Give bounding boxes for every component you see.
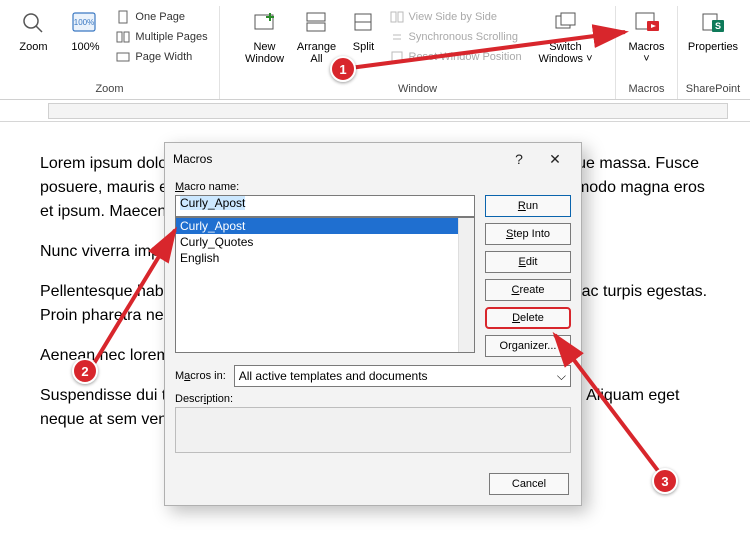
run-button[interactable]: Run [485, 195, 571, 217]
magnifier-icon [18, 8, 48, 38]
side-by-side-icon [389, 9, 405, 25]
macros-icon [632, 8, 662, 38]
side-by-side-label: View Side by Side [409, 11, 497, 23]
description-label: Description: [175, 393, 571, 405]
properties-button[interactable]: S Properties [681, 6, 745, 53]
macros-group: Macros˅ Macros [616, 6, 678, 99]
properties-icon: S [698, 8, 728, 38]
annotation-marker-2: 2 [72, 358, 98, 384]
new-window-icon [250, 8, 280, 38]
edit-button[interactable]: Edit [485, 251, 571, 273]
one-page-label: One Page [135, 11, 185, 23]
zoom-group: Zoom 100% 100% One Page Multiple Pages P… [0, 6, 220, 99]
dialog-title: Macros [173, 152, 501, 166]
switch-windows-icon [551, 8, 581, 38]
hundred-icon: 100% [70, 8, 100, 38]
split-label: Split [353, 41, 374, 53]
dialog-titlebar[interactable]: Macros ? ✕ [165, 143, 581, 175]
switch-windows-label: SwitchWindows ˅ [538, 41, 592, 65]
sync-scroll-button[interactable]: Synchronous Scrolling [389, 28, 531, 46]
macro-listbox[interactable]: Curly_Apost Curly_Quotes English [175, 217, 475, 353]
new-window-label: New Window [245, 41, 284, 65]
zoom-group-label: Zoom [95, 81, 123, 99]
macro-name-value: Curly_Apost [180, 196, 245, 210]
macro-name-label: Macro name: [175, 181, 571, 193]
annotation-marker-3: 3 [652, 468, 678, 494]
list-item[interactable]: Curly_Quotes [176, 234, 474, 250]
reset-pos-label: Reset Window Position [409, 51, 522, 63]
split-icon [349, 8, 379, 38]
organizer-button[interactable]: Organizer... [485, 335, 571, 357]
page-width-icon [115, 49, 131, 65]
macros-in-value: All active templates and documents [239, 369, 428, 383]
ruler [0, 100, 750, 122]
new-window-button[interactable]: New Window [239, 6, 291, 65]
svg-text:S: S [715, 21, 721, 31]
svg-text:100%: 100% [74, 18, 94, 27]
listbox-scrollbar[interactable] [458, 218, 474, 352]
macros-in-label: Macros in: [175, 370, 226, 382]
sharepoint-group: S Properties SharePoint [678, 6, 748, 99]
multiple-pages-button[interactable]: Multiple Pages [115, 28, 207, 46]
window-group-label: Window [398, 81, 437, 99]
create-button[interactable]: Create [485, 279, 571, 301]
cancel-button[interactable]: Cancel [489, 473, 569, 495]
macros-dialog: Macros ? ✕ Macro name: Curly_Apost Curly… [164, 142, 582, 506]
multiple-label: Multiple Pages [135, 31, 207, 43]
one-page-icon [115, 9, 131, 25]
multiple-pages-icon [115, 29, 131, 45]
sync-scroll-label: Synchronous Scrolling [409, 31, 518, 43]
help-button[interactable]: ? [501, 145, 537, 173]
hundred-label: 100% [71, 41, 99, 53]
properties-label: Properties [688, 41, 738, 53]
macros-in-combo[interactable]: All active templates and documents ⌵ [234, 365, 571, 387]
macros-ribbon-label: Macros˅ [628, 41, 664, 65]
split-button[interactable]: Split [343, 6, 385, 53]
sync-scroll-icon [389, 29, 405, 45]
arrange-all-icon [302, 8, 332, 38]
chevron-down-icon: ⌵ [557, 369, 566, 384]
zoom-button[interactable]: Zoom [7, 6, 59, 53]
page-width-label: Page Width [135, 51, 192, 63]
sharepoint-group-label: SharePoint [686, 81, 740, 99]
one-page-button[interactable]: One Page [115, 8, 207, 26]
list-item[interactable]: Curly_Apost [176, 218, 474, 234]
hundred-button[interactable]: 100% 100% [59, 6, 111, 53]
page-width-button[interactable]: Page Width [115, 48, 207, 66]
delete-button[interactable]: Delete [485, 307, 571, 329]
arrange-all-label: Arrange All [297, 41, 336, 65]
macros-group-label: Macros [628, 81, 664, 99]
reset-pos-button[interactable]: Reset Window Position [389, 48, 531, 66]
step-into-button[interactable]: Step Into [485, 223, 571, 245]
window-group: New Window Arrange All Split View Side b… [220, 6, 616, 99]
arrange-all-button[interactable]: Arrange All [291, 6, 343, 65]
ruler-scale [48, 103, 728, 119]
reset-pos-icon [389, 49, 405, 65]
macros-ribbon-button[interactable]: Macros˅ [621, 6, 673, 65]
close-button[interactable]: ✕ [537, 145, 573, 173]
side-by-side-button[interactable]: View Side by Side [389, 8, 531, 26]
switch-windows-button[interactable]: SwitchWindows ˅ [535, 6, 597, 65]
macro-name-input[interactable]: Curly_Apost [175, 195, 475, 217]
ribbon: Zoom 100% 100% One Page Multiple Pages P… [0, 0, 750, 100]
description-box [175, 407, 571, 453]
list-item[interactable]: English [176, 250, 474, 266]
annotation-marker-1: 1 [330, 56, 356, 82]
zoom-label: Zoom [19, 41, 47, 53]
